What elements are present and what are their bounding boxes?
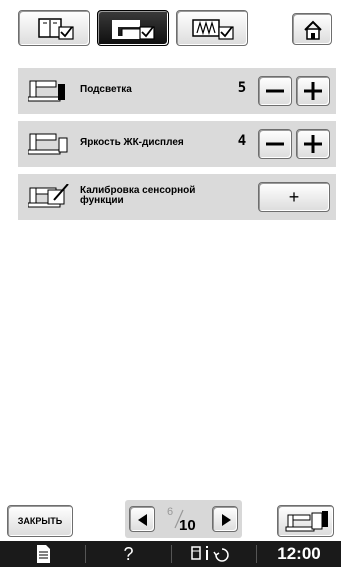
- plus-icon: [304, 135, 322, 153]
- machine-switch-button[interactable]: [277, 505, 334, 537]
- triangle-left-icon: [138, 514, 147, 526]
- settings-stitch-icon: [192, 19, 234, 40]
- machine-switch-icon: [285, 511, 328, 532]
- triangle-right-icon: [222, 514, 231, 526]
- settings-embroidery-icon: [112, 20, 155, 40]
- setting-label: Калибровка сенсорной функции: [80, 186, 195, 206]
- setting-value: 5: [237, 80, 247, 96]
- setting-row-lcd-brightness: Яркость ЖК-дисплея 4: [18, 121, 336, 167]
- calibrate-button[interactable]: +: [258, 182, 330, 212]
- page-next-button[interactable]: [212, 506, 238, 532]
- home-button[interactable]: [292, 13, 332, 45]
- increase-button[interactable]: [296, 76, 330, 106]
- thread-bobbin-icon: [191, 546, 229, 562]
- home-icon: [304, 20, 322, 40]
- tab-embroidery-settings[interactable]: [97, 10, 169, 46]
- plus-icon: [304, 82, 322, 100]
- setting-value: 4: [237, 133, 247, 149]
- increase-button[interactable]: [296, 129, 330, 159]
- page-navigator: 6 10: [125, 500, 242, 538]
- document-icon: [36, 545, 50, 563]
- status-bar: ? 12:00: [0, 541, 341, 567]
- document-button[interactable]: [0, 541, 85, 567]
- page-prev-button[interactable]: [129, 506, 155, 532]
- close-button[interactable]: ЗАКРЫТЬ: [7, 505, 73, 537]
- page-total: 10: [179, 517, 196, 534]
- minus-icon: [266, 142, 284, 146]
- setting-label-line2: функции: [80, 195, 124, 206]
- setting-row-touch-calibration: Калибровка сенсорной функции +: [18, 174, 336, 220]
- backlight-machine-icon: [28, 80, 65, 102]
- setting-label: Яркость ЖК-дисплея: [80, 137, 184, 148]
- touch-calibration-icon: [28, 184, 69, 208]
- tab-machine-settings[interactable]: [18, 10, 90, 46]
- bobbin-status: [172, 541, 256, 567]
- lcd-brightness-machine-icon: [28, 133, 68, 155]
- setting-label: Подсветка: [80, 84, 132, 95]
- setting-row-backlight: Подсветка 5: [18, 68, 336, 114]
- clock: 12:00: [277, 544, 321, 563]
- minus-icon: [266, 89, 284, 93]
- page-indicator: 6 10: [163, 502, 203, 536]
- settings-machine-icon: [38, 18, 74, 40]
- decrease-button[interactable]: [258, 76, 292, 106]
- tab-stitch-settings[interactable]: [176, 10, 248, 46]
- help-button[interactable]: ?: [86, 541, 171, 567]
- decrease-button[interactable]: [258, 129, 292, 159]
